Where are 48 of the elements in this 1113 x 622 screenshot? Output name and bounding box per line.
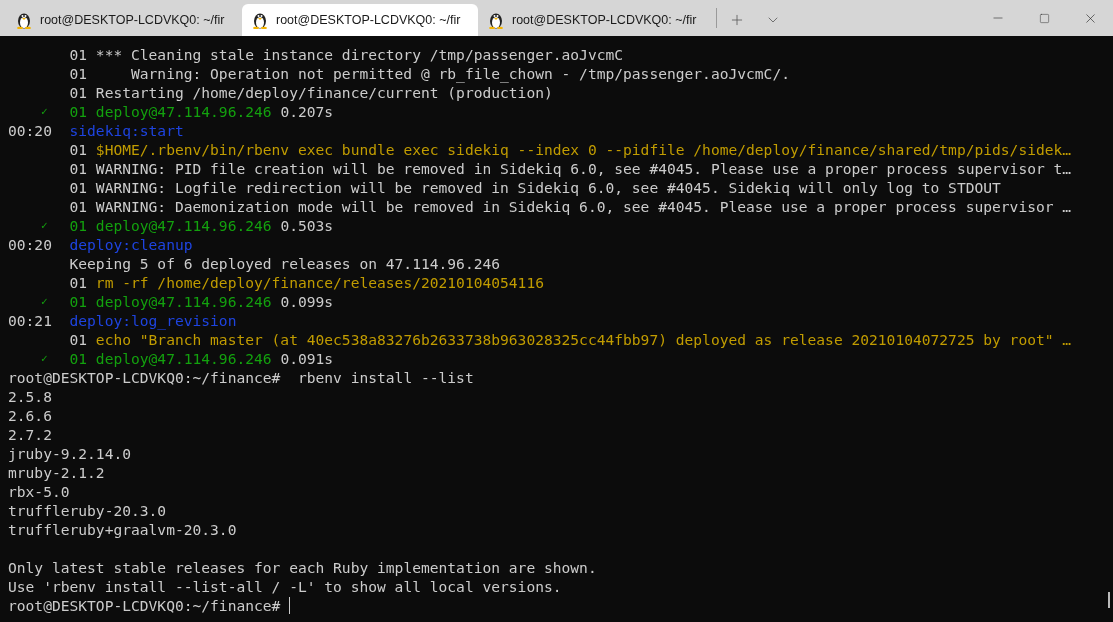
check-icon: ✓ — [41, 292, 48, 311]
terminal-text: 01 — [69, 273, 89, 292]
tab-title: root@DESKTOP-LCDVKQ0: ~/fir — [276, 11, 461, 29]
terminal-text: root@DESKTOP-LCDVKQ0:~/finance# rbenv install --list — [8, 368, 474, 387]
terminal-text: 01 — [69, 140, 89, 159]
terminal-text: rbx-5.0 — [8, 482, 70, 501]
terminal-text: 01 deploy@47.114.96.246 — [69, 349, 272, 368]
terminal-text: 01 — [69, 330, 89, 349]
check-icon: ✓ — [41, 349, 48, 368]
terminal-text: deploy:log_revision — [69, 311, 237, 330]
terminal-text: echo "Branch master (at 40ec538a83276b2633738b963028325cc44fbb97) deployed as release 20210104072725 by root" … — [95, 330, 1072, 349]
terminal-text: 01 deploy@47.114.96.246 — [69, 102, 272, 121]
terminal-text: Use 'rbenv install --list-all / -L' to show all local versions. — [8, 577, 562, 596]
tab-title: root@DESKTOP-LCDVKQ0: ~/fir — [40, 11, 225, 29]
terminal-text: 01 WARNING: Daemonization mode will be removed in Sidekiq 6.0, see #4045. Please use a proper process supervisor … — [69, 197, 1072, 216]
terminal-text: 01 deploy@47.114.96.246 — [69, 216, 272, 235]
check-icon: ✓ — [41, 102, 48, 121]
terminal-text: 01 WARNING: Logfile redirection will be removed in Sidekiq 6.0, see #4045. Sidekiq will only log to STDOUT — [69, 178, 1001, 197]
terminal-text: root@DESKTOP-LCDVKQ0:~/finance# — [8, 596, 282, 615]
terminal-text: 2.5.8 — [8, 387, 52, 406]
terminal-text: 0.207s — [279, 102, 334, 121]
terminal-text: Keeping 5 of 6 deployed releases on 47.114.96.246 — [69, 254, 501, 273]
terminal-text: 01 deploy@47.114.96.246 — [69, 292, 272, 311]
terminal-text: 0.091s — [279, 349, 334, 368]
terminal-text: sidekiq:start — [69, 121, 184, 140]
terminal-text: Only latest stable releases for each Ruby implementation are shown. — [8, 558, 597, 577]
terminal-tab[interactable]: root@DESKTOP-LCDVKQ0: ~/fir — [242, 4, 478, 36]
timestamp: 00:20 — [8, 121, 52, 140]
terminal-text: rm -rf /home/deploy/finance/releases/20210104054116 — [95, 273, 544, 292]
timestamp: 00:21 — [8, 311, 52, 330]
terminal-text: 01 Restarting /home/deploy/finance/current (production) — [69, 83, 553, 102]
terminal-text: deploy:cleanup — [69, 235, 193, 254]
terminal-text: mruby-2.1.2 — [8, 463, 105, 482]
terminal-text: $HOME/.rbenv/bin/rbenv exec bundle exec sidekiq --index 0 --pidfile /home/deploy/finance/shared/tmp/pids/sidek… — [95, 140, 1072, 159]
terminal-text: 01 WARNING: PID file creation will be removed in Sidekiq 6.0, see #4045. Please use a proper process supervisor t… — [69, 159, 1072, 178]
terminal-text: 0.099s — [279, 292, 334, 311]
terminal-text: jruby-9.2.14.0 — [8, 444, 131, 463]
tab-title: root@DESKTOP-LCDVKQ0: ~/fir — [512, 11, 697, 29]
terminal-text: 01 *** Cleaning stale instance directory /tmp/passenger.aoJvcmC — [69, 45, 624, 64]
terminal-text: truffleruby-20.3.0 — [8, 501, 167, 520]
terminal-text: truffleruby+graalvm-20.3.0 — [8, 520, 237, 539]
terminal-text: 01 Warning: Operation not permitted @ rb_file_chown - /tmp/passenger.aoJvcmC/. — [69, 64, 790, 83]
terminal-text: 2.6.6 — [8, 406, 52, 425]
terminal-text: 2.7.2 — [8, 425, 52, 444]
timestamp: 00:20 — [8, 235, 52, 254]
terminal-tab[interactable]: root@DESKTOP-LCDVKQ0: ~/fir — [478, 4, 714, 36]
terminal-text: 0.503s — [279, 216, 334, 235]
check-icon: ✓ — [41, 216, 48, 235]
